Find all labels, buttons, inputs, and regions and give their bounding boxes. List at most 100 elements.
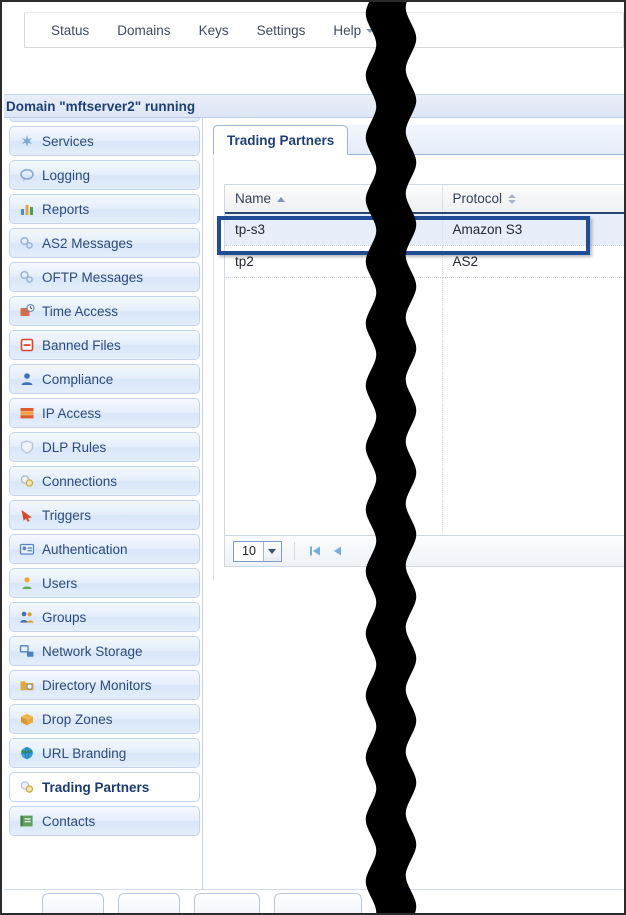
- sidebar-item-label: Logging: [42, 167, 91, 183]
- sidebar-item-label: URL Branding: [42, 745, 127, 761]
- menu-item-label: Status: [51, 22, 90, 38]
- sidebar-item-authentication[interactable]: Authentication: [9, 534, 200, 564]
- cell-empty: [442, 277, 624, 309]
- cell-empty: [225, 341, 443, 373]
- sidebar-item-label: Trading Partners: [42, 779, 150, 795]
- table-row[interactable]: tp2 AS2: [225, 245, 624, 278]
- bottom-button-bar: [4, 889, 624, 913]
- menu-item-help[interactable]: Help: [319, 19, 388, 42]
- sidebar-item-users[interactable]: Users: [9, 568, 200, 598]
- sidebar-item-groups[interactable]: Groups: [9, 602, 200, 632]
- trading-partners-grid: Name Protocol tp-s3 Amazon S3 tp2 AS2: [224, 184, 624, 535]
- sidebar-item-label: Drop Zones: [42, 711, 113, 727]
- cell-empty: [225, 501, 443, 533]
- sidebar-item-contacts[interactable]: Contacts: [9, 806, 200, 836]
- grid-pager: 10: [224, 535, 624, 567]
- directory-monitors-icon: [18, 677, 36, 693]
- authentication-icon: [18, 541, 36, 557]
- bottom-button-3[interactable]: [194, 893, 260, 913]
- menu-item-status[interactable]: Status: [37, 19, 103, 42]
- tab-trading-partners[interactable]: Trading Partners: [213, 125, 349, 155]
- menu-item-keys[interactable]: Keys: [185, 19, 243, 42]
- users-icon: [18, 575, 36, 591]
- menu-item-domains[interactable]: Domains: [103, 19, 184, 42]
- time-access-icon: [18, 303, 36, 319]
- cell-empty: [225, 437, 443, 469]
- chevron-down-icon: [262, 541, 281, 561]
- application-window: Status Domains Keys Settings Help Domain "mf…: [0, 0, 626, 915]
- sidebar-navigation: DescriptionServicesLoggingReportsAS2 Mes…: [4, 106, 203, 892]
- sidebar-item-trading-partners[interactable]: Trading Partners: [9, 772, 200, 802]
- bottom-button-4[interactable]: [274, 893, 362, 913]
- sidebar-item-logging[interactable]: Logging: [9, 160, 200, 190]
- sidebar-item-connections[interactable]: Connections: [9, 466, 200, 496]
- table-row-empty: [225, 469, 624, 501]
- network-storage-icon: [18, 643, 36, 659]
- bottom-button-1[interactable]: [42, 893, 104, 913]
- table-row-empty: [225, 373, 624, 405]
- column-header-protocol[interactable]: Protocol: [442, 185, 624, 214]
- sidebar-item-oftp-messages[interactable]: OFTP Messages: [9, 262, 200, 292]
- sidebar-item-dlp-rules[interactable]: DLP Rules: [9, 432, 200, 462]
- dlp-rules-icon: [18, 439, 36, 455]
- as2-messages-icon: [18, 235, 36, 251]
- sidebar-item-reports[interactable]: Reports: [9, 194, 200, 224]
- compliance-icon: [18, 371, 36, 387]
- sidebar-item-drop-zones[interactable]: Drop Zones: [9, 704, 200, 734]
- sidebar-item-time-access[interactable]: Time Access: [9, 296, 200, 326]
- menu-item-settings[interactable]: Settings: [243, 19, 320, 42]
- sidebar-item-label: Banned Files: [42, 337, 121, 353]
- banned-files-icon: [18, 337, 36, 353]
- sidebar-item-label: Authentication: [42, 541, 128, 557]
- sidebar-item-label: Time Access: [42, 303, 119, 319]
- sidebar-item-label: Triggers: [42, 507, 92, 523]
- sidebar-item-network-storage[interactable]: Network Storage: [9, 636, 200, 666]
- sort-ascending-icon: [277, 196, 286, 202]
- sidebar-item-compliance[interactable]: Compliance: [9, 364, 200, 394]
- previous-page-icon[interactable]: [326, 540, 348, 562]
- sidebar-item-directory-monitors[interactable]: Directory Monitors: [9, 670, 200, 700]
- sidebar-item-label: Users: [42, 575, 78, 591]
- cell-empty: [442, 341, 624, 373]
- sidebar-item-triggers[interactable]: Triggers: [9, 500, 200, 530]
- trading-partners-icon: [18, 779, 36, 795]
- sidebar-item-label: Connections: [42, 473, 118, 489]
- cell-empty: [225, 309, 443, 341]
- sidebar-item-label: OFTP Messages: [42, 269, 144, 285]
- sidebar-item-banned-files[interactable]: Banned Files: [9, 330, 200, 360]
- cell-name: tp-s3: [225, 213, 443, 246]
- cell-empty: [225, 373, 443, 405]
- cell-empty: [442, 309, 624, 341]
- menu-item-label: Help: [333, 22, 362, 38]
- sort-unsorted-icon: [508, 194, 517, 205]
- table-row-empty: [225, 501, 624, 533]
- logging-icon: [18, 167, 36, 183]
- services-icon: [18, 133, 36, 149]
- sidebar-item-label: Network Storage: [42, 643, 143, 659]
- cell-empty: [442, 469, 624, 501]
- column-header-name[interactable]: Name: [225, 185, 443, 214]
- sidebar-item-ip-access[interactable]: IP Access: [9, 398, 200, 428]
- sidebar-item-services[interactable]: Services: [9, 126, 200, 156]
- domain-status-text: Domain "mftserver2" running: [6, 98, 196, 114]
- cell-name: tp2: [225, 245, 443, 278]
- column-header-label: Name: [235, 191, 272, 206]
- table-row[interactable]: tp-s3 Amazon S3: [225, 213, 624, 246]
- menu-bar: Status Domains Keys Settings Help: [24, 12, 624, 48]
- bottom-button-2[interactable]: [118, 893, 180, 913]
- menu-item-label: Keys: [198, 22, 229, 38]
- table-row-empty: [225, 309, 624, 341]
- menu-item-label: Settings: [256, 22, 306, 38]
- table-row-empty: [225, 341, 624, 373]
- trading-partners-table: Name Protocol tp-s3 Amazon S3 tp2 AS2: [225, 185, 624, 533]
- cell-protocol: AS2: [442, 245, 624, 278]
- domain-status-banner: Domain "mftserver2" running: [4, 94, 624, 118]
- sidebar-item-as2-messages[interactable]: AS2 Messages: [9, 228, 200, 258]
- oftp-messages-icon: [18, 269, 36, 285]
- page-size-select[interactable]: 10: [233, 540, 282, 562]
- url-branding-icon: [18, 745, 36, 761]
- first-page-icon[interactable]: [304, 540, 326, 562]
- sidebar-item-label: Groups: [42, 609, 87, 625]
- sidebar-item-url-branding[interactable]: URL Branding: [9, 738, 200, 768]
- reports-icon: [18, 201, 36, 217]
